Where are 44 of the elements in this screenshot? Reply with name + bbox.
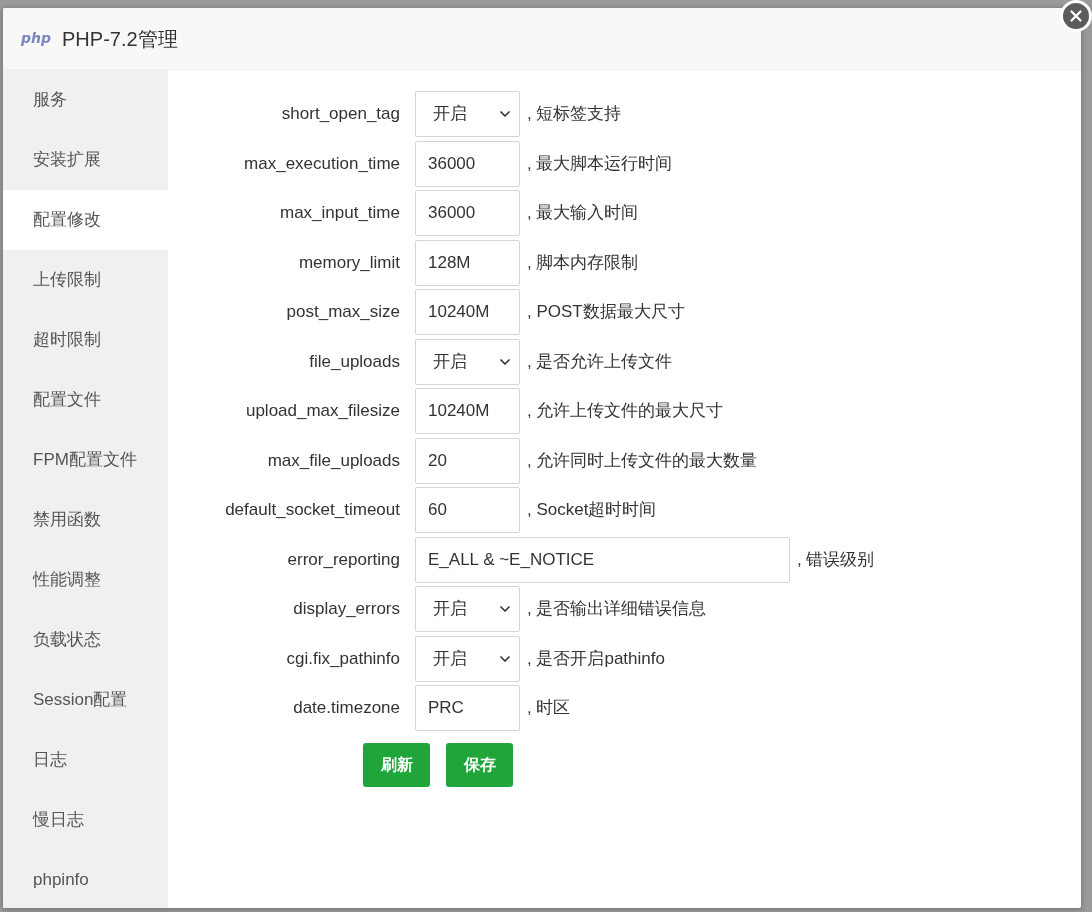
input-field[interactable]: PRC <box>415 685 520 731</box>
setting-label: upload_max_filesize <box>245 400 400 423</box>
setting-description: , 短标签支持 <box>527 103 622 126</box>
setting-label: date.timezone <box>293 697 400 720</box>
setting-label: display_errors <box>293 598 400 621</box>
input-field[interactable]: E_ALL & ~E_NOTICE <box>415 536 790 583</box>
setting-label: default_socket_timeout <box>225 499 400 522</box>
setting-description: , 错误级别 <box>797 548 875 571</box>
setting-description: , 是否输出详细错误信息 <box>527 598 707 621</box>
setting-description: , 是否开启pathinfo <box>527 647 665 670</box>
setting-label: max_input_time <box>280 202 400 225</box>
setting-description: , 允许上传文件的最大尺寸 <box>527 400 724 423</box>
setting-label: memory_limit <box>298 251 400 274</box>
setting-label: short_open_tag <box>281 103 400 126</box>
select-field[interactable]: 开启 <box>415 338 520 385</box>
input-field[interactable]: 128M <box>415 239 520 286</box>
select-field[interactable]: 开启 <box>415 91 520 137</box>
input-field[interactable]: 10240M <box>415 388 520 434</box>
setting-description: , POST数据最大尺寸 <box>527 301 685 324</box>
setting-description: , Socket超时时间 <box>527 499 657 522</box>
setting-label: post_max_size <box>286 301 400 324</box>
window-title: PHP-7.2管理 <box>62 26 178 52</box>
setting-description: , 脚本内存限制 <box>527 251 639 274</box>
input-field[interactable]: 36000 <box>415 140 520 187</box>
input-field[interactable]: 60 <box>415 487 520 533</box>
select-field[interactable]: 开启 <box>415 586 520 632</box>
setting-description: , 是否允许上传文件 <box>527 350 673 373</box>
close-icon <box>1067 7 1085 25</box>
input-field[interactable]: 36000 <box>415 190 520 236</box>
setting-label: max_execution_time <box>244 152 400 175</box>
setting-label: error_reporting <box>287 548 400 571</box>
setting-label: max_file_uploads <box>267 449 400 472</box>
select-field[interactable]: 开启 <box>415 635 520 682</box>
input-field[interactable]: 10240M <box>415 289 520 335</box>
setting-label: cgi.fix_pathinfo <box>286 647 400 670</box>
sidebar-item[interactable]: 配置修改 <box>3 190 168 250</box>
php-logo: php <box>21 29 51 48</box>
setting-description: , 允许同时上传文件的最大数量 <box>527 449 758 472</box>
setting-description: , 最大输入时间 <box>527 202 639 225</box>
setting-description: , 最大脚本运行时间 <box>527 152 673 175</box>
setting-description: , 时区 <box>527 697 571 720</box>
input-field[interactable]: 20 <box>415 437 520 484</box>
close-button[interactable] <box>1060 0 1092 32</box>
setting-label: file_uploads <box>309 350 400 373</box>
